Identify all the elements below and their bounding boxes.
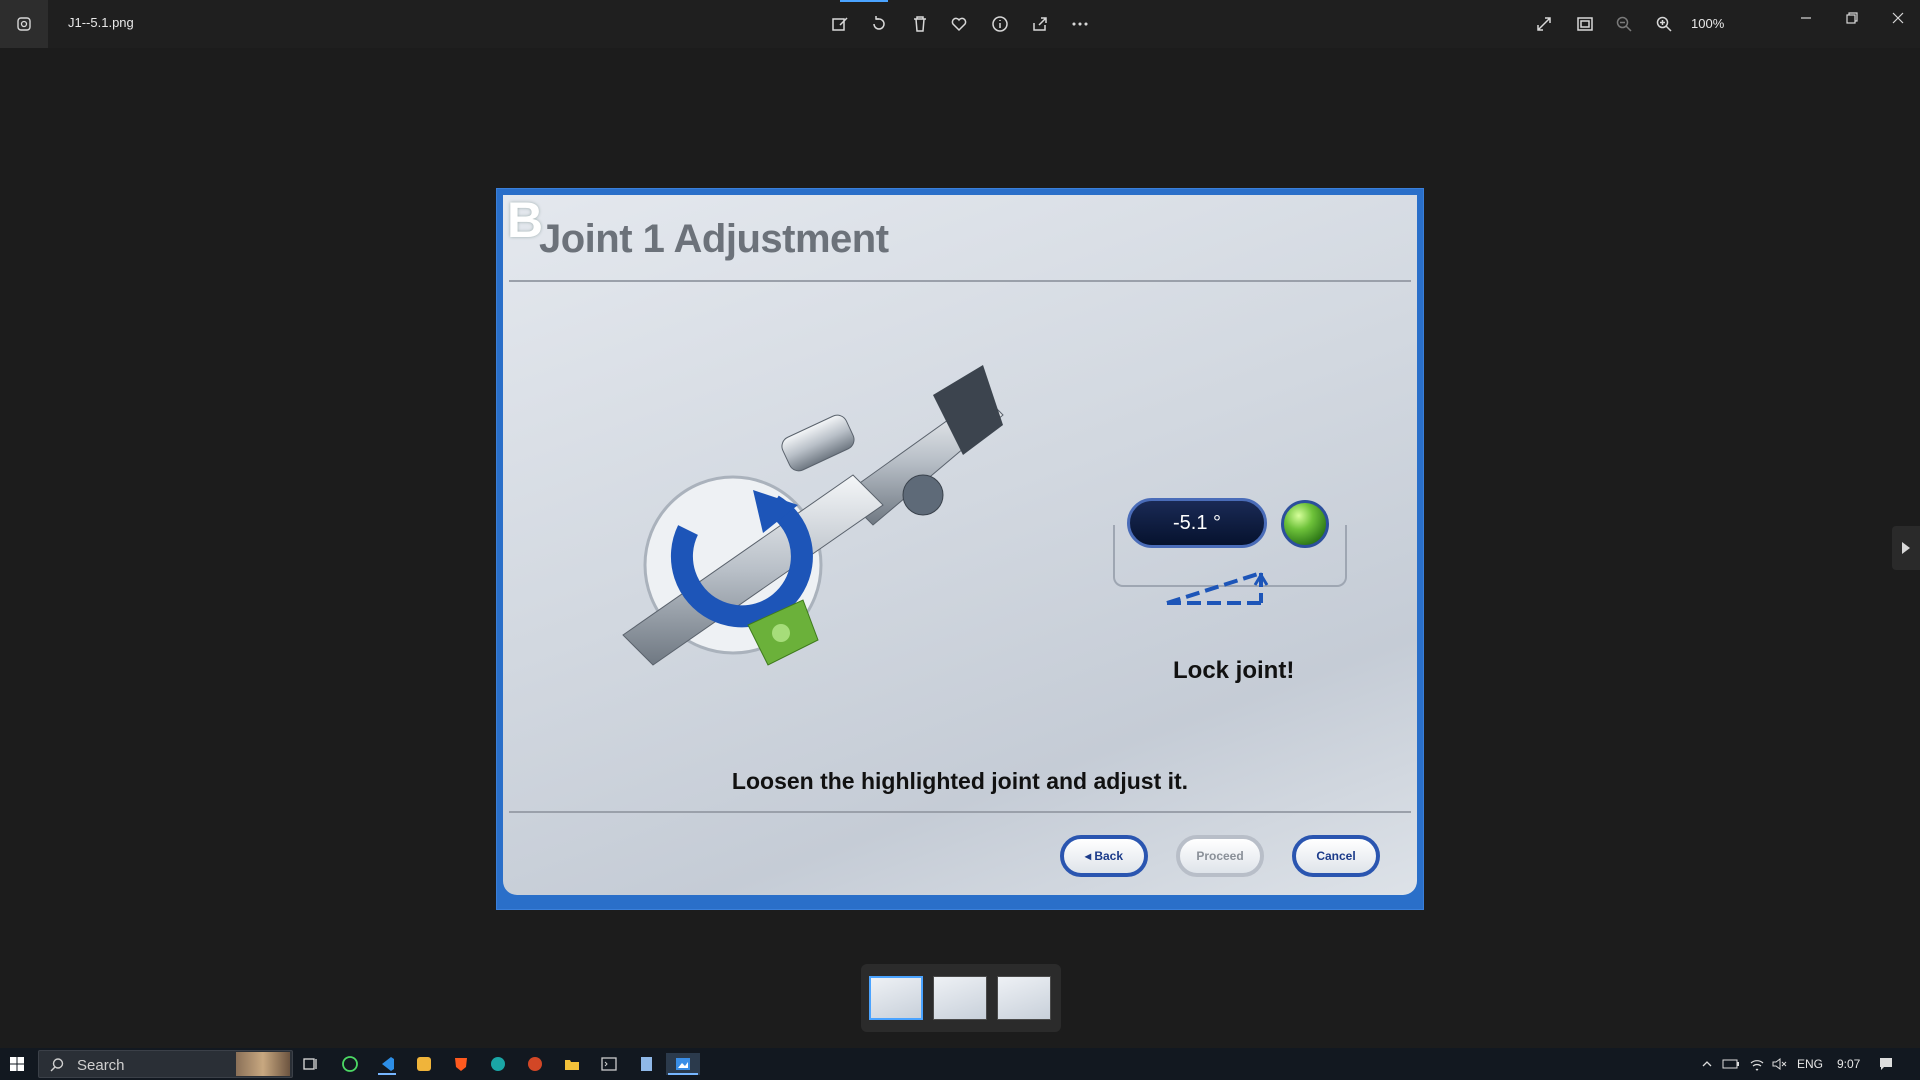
rotate-icon[interactable] [867, 12, 891, 36]
file-name: J1--5.1.png [68, 15, 134, 30]
zoom-in-icon[interactable] [1652, 12, 1676, 36]
angle-readout: -5.1 ° [1127, 498, 1267, 548]
notifications-icon[interactable] [1875, 1053, 1897, 1075]
filmstrip [861, 964, 1061, 1032]
footer-divider [509, 811, 1411, 813]
fit-to-window-icon[interactable] [1573, 12, 1597, 36]
knob [781, 414, 855, 472]
powerpoint-icon[interactable] [524, 1053, 546, 1075]
ball-joint [902, 474, 944, 516]
edit-image-icon[interactable] [828, 12, 852, 36]
notes-app-icon[interactable] [413, 1053, 435, 1075]
file-explorer-icon[interactable] [561, 1053, 583, 1075]
zoom-level[interactable]: 100% [1691, 16, 1724, 31]
task-view-icon[interactable] [300, 1053, 322, 1075]
search-placeholder: Search [77, 1057, 125, 1074]
clock[interactable]: 9:07 [1837, 1057, 1860, 1071]
filmstrip-thumbnail[interactable] [869, 976, 923, 1020]
brave-browser-icon[interactable] [450, 1053, 472, 1075]
arduino-icon[interactable] [487, 1053, 509, 1075]
windows-start-icon[interactable] [6, 1053, 28, 1075]
joint-adjustment-dialog: B Joint 1 Adjustment -5.1 ° Lock joint! … [503, 195, 1417, 895]
next-image-button[interactable] [1892, 526, 1920, 570]
title-divider [509, 280, 1411, 282]
back-button: ◂ Back [1060, 835, 1148, 877]
chevron-right-icon [1902, 542, 1910, 554]
notepad-icon[interactable] [635, 1053, 657, 1075]
more-options-icon[interactable] [1068, 12, 1092, 36]
whatsapp-icon[interactable] [339, 1053, 361, 1075]
close-button[interactable] [1878, 6, 1918, 30]
vscode-icon[interactable] [376, 1053, 398, 1075]
share-icon[interactable] [1028, 12, 1052, 36]
joint-illustration [622, 365, 1004, 666]
taskbar-search[interactable]: Search [38, 1050, 293, 1078]
filmstrip-thumbnail[interactable] [997, 976, 1051, 1020]
instruction-text: Loosen the highlighted joint and adjust … [731, 768, 1189, 794]
filmstrip-thumbnail[interactable] [933, 976, 987, 1020]
zoom-out-icon[interactable] [1612, 12, 1636, 36]
search-icon [50, 1058, 64, 1072]
fullscreen-icon[interactable] [1532, 12, 1556, 36]
favorite-heart-icon[interactable] [947, 12, 971, 36]
volume-muted-icon[interactable] [1768, 1053, 1790, 1075]
angle-wedge-icon [1166, 571, 1269, 605]
taskbar: Search ENG 9:07 [0, 1048, 1920, 1080]
restore-button[interactable] [1832, 6, 1872, 30]
status-indicator-light [1281, 500, 1329, 548]
battery-icon[interactable] [1720, 1053, 1742, 1075]
photos-app-icon[interactable] [0, 0, 48, 48]
proceed-button: Proceed [1176, 835, 1264, 877]
dialog-title: Joint 1 Adjustment [539, 217, 889, 261]
wifi-icon[interactable] [1746, 1053, 1768, 1075]
corner-letter: B [507, 195, 544, 248]
minimize-button[interactable] [1786, 6, 1826, 30]
terminal-icon[interactable] [598, 1053, 620, 1075]
cancel-button: Cancel [1292, 835, 1380, 877]
language-indicator[interactable]: ENG [1797, 1057, 1823, 1071]
status-message: Lock joint! [1173, 657, 1295, 684]
photos-taskbar-icon[interactable] [666, 1053, 700, 1075]
delete-icon[interactable] [908, 12, 932, 36]
lever-button [772, 624, 790, 642]
toolbar-active-indicator [840, 0, 888, 2]
chevron-up-icon[interactable] [1696, 1053, 1718, 1075]
info-icon[interactable] [988, 12, 1012, 36]
displayed-image: B Joint 1 Adjustment -5.1 ° Lock joint! … [497, 189, 1423, 909]
title-bar: J1--5.1.png 100% [0, 0, 1920, 48]
search-highlight-image [236, 1052, 290, 1076]
